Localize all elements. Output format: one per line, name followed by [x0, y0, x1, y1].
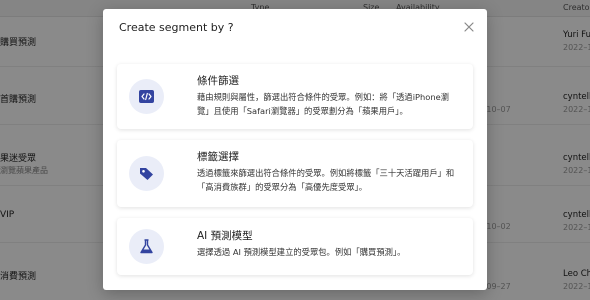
option-ai-prediction-model[interactable]: AI 預測模型 選擇透過 AI 預測模型建立的受眾包。例如「購買預測」。 — [117, 218, 473, 275]
flask-icon — [140, 239, 153, 254]
option-description: 透過標籤來篩選出符合條件的受眾。例如將標籤「三十天活躍用戶」和「高消費族群」的受… — [197, 168, 455, 192]
option-title: 條件篩選 — [197, 75, 239, 87]
option-title: 標籤選擇 — [197, 151, 239, 163]
code-icon — [139, 90, 154, 103]
close-button[interactable] — [461, 19, 477, 35]
option-tag-selection[interactable]: 標籤選擇 透過標籤來篩選出符合條件的受眾。例如將標籤「三十天活躍用戶」和「高消費… — [117, 140, 473, 207]
tag-icon — [140, 168, 153, 180]
option-title: AI 預測模型 — [197, 230, 253, 242]
close-icon — [464, 22, 474, 32]
icon-circle — [129, 229, 164, 264]
create-segment-dialog: Create segment by ? 條件篩選 藉由規則與屬性，篩選出符合條件… — [103, 9, 487, 290]
icon-circle — [129, 156, 164, 191]
option-description: 藉由規則與屬性，篩選出符合條件的受眾。例如：將「透過iPhone瀏覽」且使用「S… — [197, 92, 450, 116]
option-condition-filter[interactable]: 條件篩選 藉由規則與屬性，篩選出符合條件的受眾。例如：將「透過iPhone瀏覽」… — [117, 64, 473, 129]
icon-circle — [129, 79, 164, 114]
option-description: 選擇透過 AI 預測模型建立的受眾包。例如「購買預測」。 — [197, 247, 406, 257]
dialog-title: Create segment by ? — [119, 21, 234, 34]
